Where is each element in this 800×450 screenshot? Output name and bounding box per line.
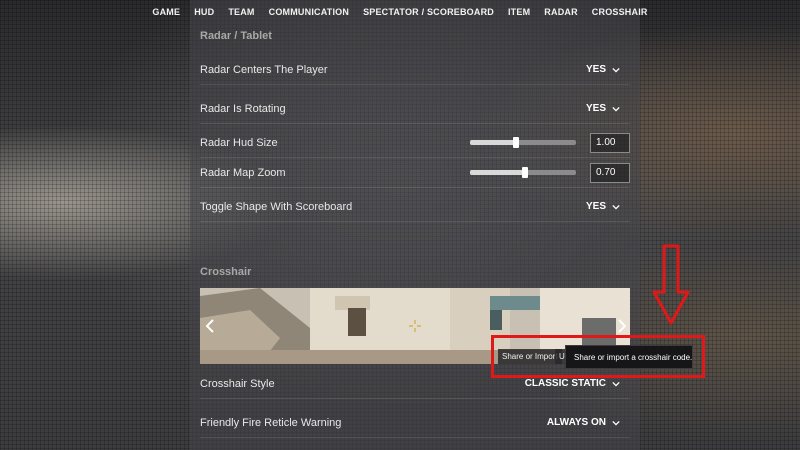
chevron-down-icon <box>612 420 620 426</box>
radar-section-title: Radar / Tablet <box>200 30 272 42</box>
dropdown-value: ALWAYS ON <box>546 417 606 428</box>
tab-game[interactable]: GAME <box>145 7 187 17</box>
tab-item[interactable]: ITEM <box>501 7 537 17</box>
radar-hud-size-slider[interactable] <box>470 137 576 148</box>
radar-map-zoom-row: Radar Map Zoom 0.70 <box>200 158 630 188</box>
tab-team[interactable]: TEAM <box>221 7 261 17</box>
friendly-fire-row: Friendly Fire Reticle Warning ALWAYS ON <box>200 408 630 438</box>
friendly-fire-label: Friendly Fire Reticle Warning <box>200 416 342 429</box>
chevron-down-icon <box>612 204 620 210</box>
preview-next-button[interactable] <box>614 315 630 337</box>
dropdown-value: CLASSIC STATIC <box>524 378 606 389</box>
slider-handle[interactable] <box>512 137 519 148</box>
arrow-down-icon <box>652 244 690 325</box>
chevron-down-icon <box>612 67 620 73</box>
radar-rotating-row: Radar Is Rotating YES <box>200 94 630 124</box>
radar-hud-size-row: Radar Hud Size 1.00 <box>200 128 630 158</box>
tab-hud[interactable]: HUD <box>187 7 221 17</box>
dropdown-value: YES <box>585 201 606 212</box>
toggle-shape-label: Toggle Shape With Scoreboard <box>200 200 353 213</box>
friendly-fire-dropdown[interactable]: ALWAYS ON <box>547 417 630 428</box>
radar-centers-player-label: Radar Centers The Player <box>200 63 328 76</box>
slider-fill <box>470 170 526 175</box>
radar-centers-player-dropdown[interactable]: YES <box>586 64 630 75</box>
radar-map-zoom-label: Radar Map Zoom <box>200 166 286 179</box>
radar-map-zoom-slider[interactable] <box>470 167 576 178</box>
toggle-shape-dropdown[interactable]: YES <box>586 201 630 212</box>
tab-communication[interactable]: COMMUNICATION <box>262 7 356 17</box>
crosshair-style-dropdown[interactable]: CLASSIC STATIC <box>525 378 630 389</box>
radar-centers-player-row: Radar Centers The Player YES <box>200 55 630 85</box>
tab-crosshair[interactable]: CROSSHAIR <box>585 7 655 17</box>
tab-spectator-scoreboard[interactable]: SPECTATOR / SCOREBOARD <box>356 7 501 17</box>
tab-radar[interactable]: RADAR <box>537 7 585 17</box>
chevron-left-icon <box>205 319 214 333</box>
radar-rotating-dropdown[interactable]: YES <box>586 103 630 114</box>
crosshair-icon <box>409 320 421 332</box>
radar-rotating-label: Radar Is Rotating <box>200 102 286 115</box>
chevron-down-icon <box>612 381 620 387</box>
slider-handle[interactable] <box>522 167 529 178</box>
slider-fill <box>470 140 516 145</box>
chevron-right-icon <box>618 319 627 333</box>
dropdown-value: YES <box>585 103 606 114</box>
highlight-box <box>491 335 705 378</box>
chevron-down-icon <box>612 106 620 112</box>
radar-hud-size-label: Radar Hud Size <box>200 136 278 149</box>
settings-tab-bar: GAME HUD TEAM COMMUNICATION SPECTATOR / … <box>0 0 800 24</box>
crosshair-style-label: Crosshair Style <box>200 377 275 390</box>
preview-prev-button[interactable] <box>202 315 218 337</box>
toggle-shape-row: Toggle Shape With Scoreboard YES <box>200 192 630 222</box>
radar-map-zoom-input[interactable]: 0.70 <box>590 162 630 183</box>
radar-hud-size-input[interactable]: 1.00 <box>590 132 630 153</box>
dropdown-value: YES <box>585 64 606 75</box>
crosshair-section-title: Crosshair <box>200 266 252 278</box>
